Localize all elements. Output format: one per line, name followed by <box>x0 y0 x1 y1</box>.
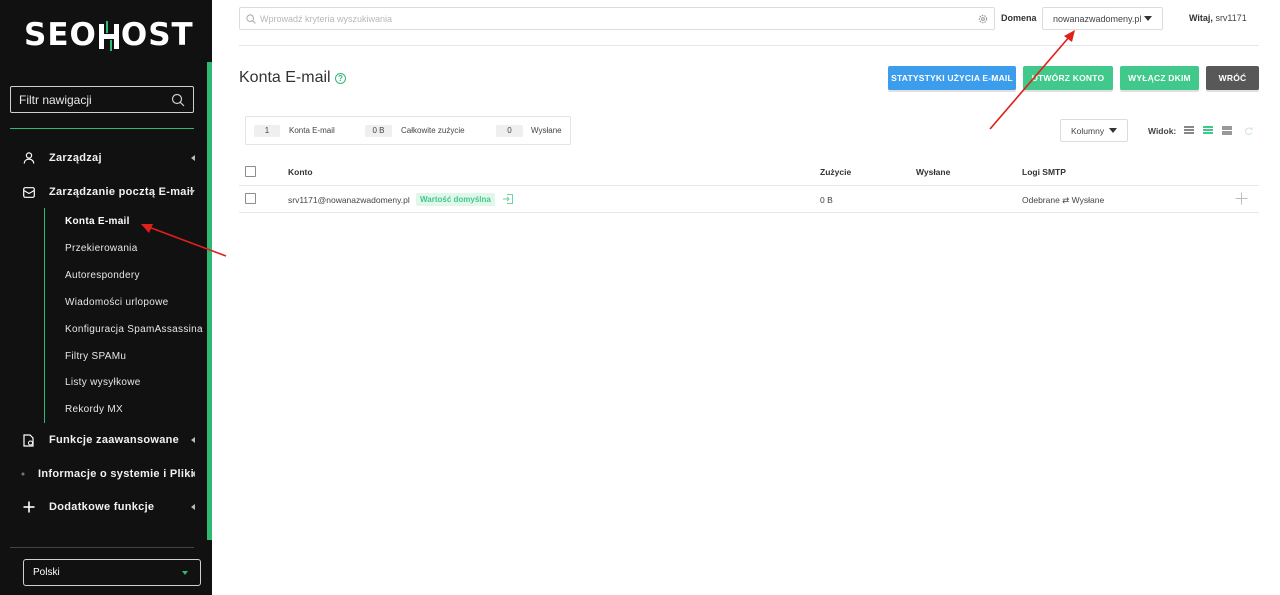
username: srv1171 <box>1215 13 1247 23</box>
table-view-icon[interactable] <box>1203 126 1213 136</box>
column-header-account[interactable]: Konto <box>288 167 313 177</box>
help-icon[interactable]: ? <box>335 73 346 84</box>
account-email[interactable]: srv1171@nowanazwadomeny.pl <box>288 195 410 205</box>
header-divider <box>239 45 1259 46</box>
submenu-item-wiadomosci-urlopowe[interactable]: Wiadomości urlopowe <box>65 295 169 311</box>
plus-icon <box>22 500 36 514</box>
chevron-left-icon <box>191 471 195 477</box>
greeting-label: Witaj, <box>1189 13 1213 23</box>
sidebar-item-informacje-o-systemie[interactable]: Informacje o systemie i Pliki <box>0 461 205 487</box>
stat-accounts-value: 1 <box>254 125 280 137</box>
domain-value: nowanazwadomeny.pl <box>1053 13 1142 24</box>
search-icon[interactable] <box>171 93 185 107</box>
file-gear-icon <box>22 433 36 447</box>
submenu-item-filtry-spamu[interactable]: Filtry SPAMu <box>65 349 126 365</box>
sidebar-item-funkcje-zaawansowane[interactable]: Funkcje zaawansowane <box>0 427 205 453</box>
gear-icon[interactable] <box>978 14 988 24</box>
domain-select[interactable]: nowanazwadomeny.pl <box>1042 7 1163 30</box>
expand-plus-icon[interactable] <box>1235 192 1248 205</box>
domain-label: Domena <box>1001 13 1037 23</box>
smtp-logs-links[interactable]: Odebrane ⇄ Wysłane <box>1022 195 1104 206</box>
stat-accounts-label: Konta E-mail <box>289 126 335 135</box>
chevron-down-icon <box>182 570 188 575</box>
seohost-logo[interactable]: SEO OST <box>24 14 194 56</box>
user-greeting[interactable]: Witaj, srv1171 <box>1189 13 1247 23</box>
chevron-left-icon <box>191 155 195 161</box>
chevron-down-icon <box>189 190 195 194</box>
stat-sent-label: Wysłane <box>531 126 562 135</box>
chevron-left-icon <box>191 437 195 443</box>
disable-dkim-button[interactable]: WYŁĄCZ DKIM <box>1120 66 1199 90</box>
sidebar-divider <box>10 128 194 129</box>
logo-text-right: OST <box>120 17 194 53</box>
submenu-item-rekordy-mx[interactable]: Rekordy MX <box>65 402 123 418</box>
language-value: Polski <box>33 567 60 578</box>
nav-filter-input[interactable]: Filtr nawigacji <box>10 86 194 113</box>
sidebar-item-zarzadzaj[interactable]: Zarządzaj <box>0 145 205 171</box>
back-button[interactable]: WRÓĆ <box>1206 66 1259 90</box>
compact-view-icon[interactable] <box>1222 126 1232 136</box>
dot-icon <box>16 467 30 481</box>
submenu-item-konta-email[interactable]: Konta E-mail <box>65 214 130 230</box>
columns-select[interactable]: Kolumny <box>1060 119 1128 142</box>
row-checkbox[interactable] <box>245 193 256 204</box>
table-row-divider <box>239 212 1259 213</box>
language-select[interactable]: Polski <box>23 559 201 586</box>
stat-sent-value: 0 <box>496 125 523 137</box>
stat-usage-label: Całkowite zużycie <box>401 126 465 135</box>
search-icon <box>246 13 256 24</box>
submenu-item-listy-wysylkowe[interactable]: Listy wysyłkowe <box>65 375 141 391</box>
view-label: Widok: <box>1148 126 1177 136</box>
select-all-checkbox[interactable] <box>245 166 256 177</box>
sidebar-item-label: Zarządzanie pocztą E-mail <box>49 186 194 198</box>
page-title: Konta E-mail <box>239 69 331 86</box>
caret-down-icon <box>1144 16 1152 21</box>
logo-h-chart-mark <box>98 21 120 51</box>
logo-text-left: SEO <box>24 17 97 53</box>
login-icon[interactable] <box>502 193 514 205</box>
submenu-item-autorespondery[interactable]: Autorespondery <box>65 268 140 284</box>
stats-summary: 1 Konta E-mail 0 B Całkowite zużycie 0 W… <box>245 116 571 145</box>
column-header-smtp-logs[interactable]: Logi SMTP <box>1022 167 1066 177</box>
nav-filter-placeholder: Filtr nawigacji <box>19 92 92 107</box>
search-input[interactable]: Wprowadź kryteria wyszukiwania <box>239 7 995 30</box>
stat-usage-value: 0 B <box>365 125 392 137</box>
table-header-divider <box>239 185 1259 186</box>
submenu-item-spamassassin[interactable]: Konfiguracja SpamAssassina <box>65 322 203 338</box>
envelope-icon <box>22 185 36 199</box>
search-placeholder: Wprowadź kryteria wyszukiwania <box>260 13 393 24</box>
usage-value: 0 B <box>820 195 833 205</box>
submenu-guide-line <box>44 208 45 423</box>
create-account-button[interactable]: UTWÓRZ KONTO <box>1023 66 1113 90</box>
sidebar-item-label: Funkcje zaawansowane <box>49 434 180 446</box>
language-divider <box>10 547 194 548</box>
sidebar-item-label: Zarządzaj <box>49 152 102 164</box>
email-usage-stats-button[interactable]: STATYSTYKI UŻYCIA E-MAIL <box>888 66 1016 90</box>
sidebar-item-label: Dodatkowe funkcje <box>49 501 155 513</box>
list-view-icon[interactable] <box>1184 126 1194 136</box>
columns-label: Kolumny <box>1071 125 1105 136</box>
caret-down-icon <box>1109 128 1117 133</box>
refresh-icon[interactable] <box>1244 126 1253 136</box>
user-icon <box>22 151 36 165</box>
default-badge: Wartość domyślna <box>416 193 495 206</box>
sidebar-item-email-management[interactable]: Zarządzanie pocztą E-mail <box>0 179 205 205</box>
chevron-left-icon <box>191 504 195 510</box>
sidebar-scrollbar[interactable] <box>207 62 212 540</box>
sidebar: SEO OST Filtr nawigacji Zarządzaj Zarząd… <box>0 0 212 595</box>
sidebar-item-dodatkowe-funkcje[interactable]: Dodatkowe funkcje <box>0 494 205 520</box>
column-header-sent[interactable]: Wysłane <box>916 167 950 177</box>
submenu-item-przekierowania[interactable]: Przekierowania <box>65 241 138 257</box>
column-header-usage[interactable]: Zużycie <box>820 167 851 177</box>
sidebar-item-label: Informacje o systemie i Pliki <box>38 468 195 480</box>
